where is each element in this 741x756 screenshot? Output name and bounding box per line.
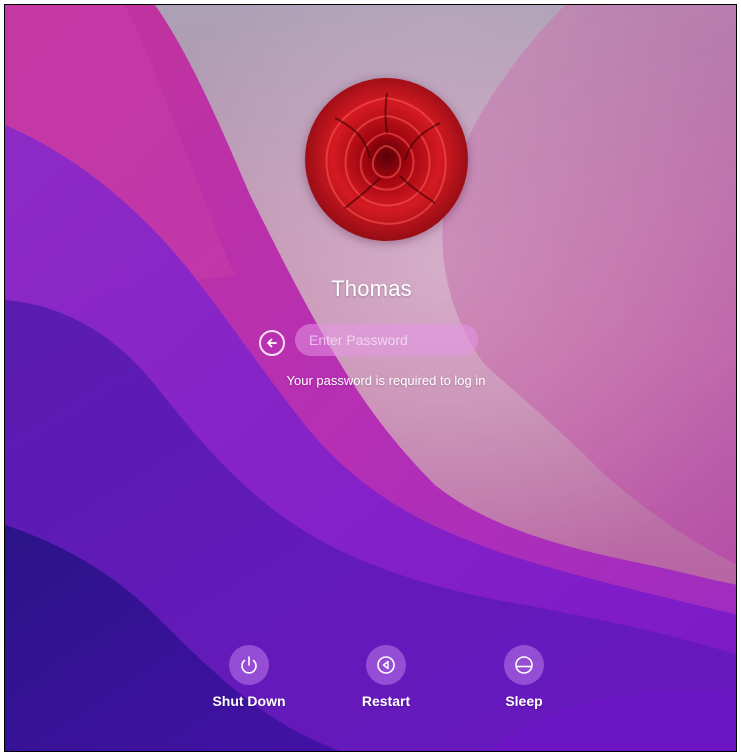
shut-down-button[interactable]: Shut Down [199,645,299,709]
shut-down-label: Shut Down [212,693,286,709]
arrow-left-icon [267,338,277,348]
login-screen: Thomas Your password is required to log … [4,4,737,752]
rose-image [305,78,468,241]
back-button[interactable] [259,330,285,356]
restart-label: Restart [361,693,411,709]
restart-icon [377,656,395,674]
restart-circle[interactable] [366,645,406,685]
password-hint: Your password is required to log in [286,373,486,388]
restart-button[interactable]: Restart [336,645,436,709]
user-name: Thomas [331,276,412,301]
sleep-button[interactable]: Sleep [474,645,574,709]
password-input[interactable] [295,324,478,356]
sleep-circle[interactable] [504,645,544,685]
shut-down-circle[interactable] [229,645,269,685]
user-avatar [305,78,468,241]
sleep-label: Sleep [505,693,543,709]
sleep-icon [515,656,533,674]
power-icon [241,656,257,674]
